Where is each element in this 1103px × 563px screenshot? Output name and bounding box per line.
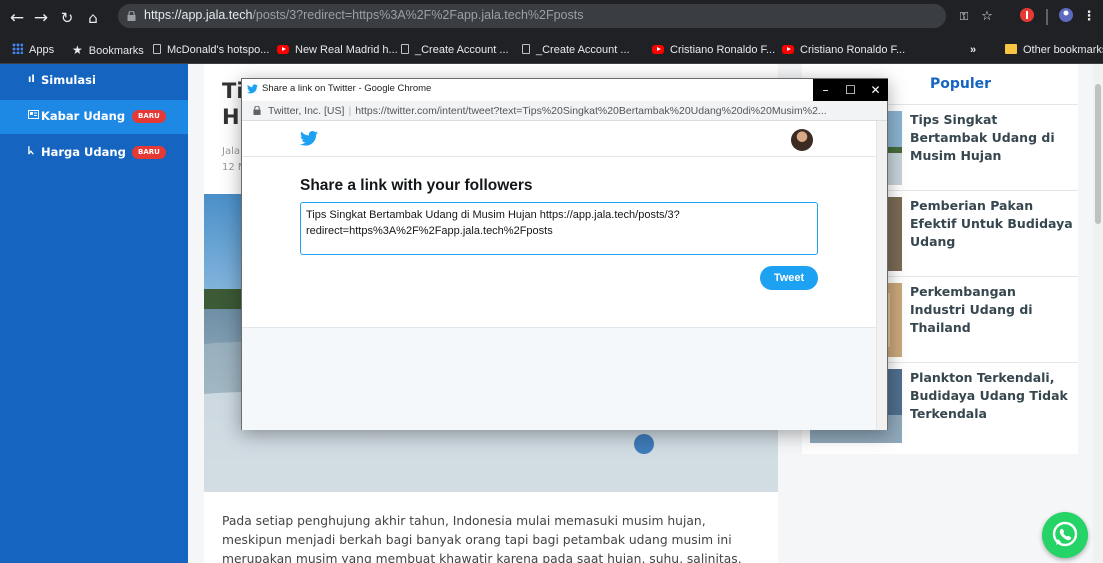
page-icon bbox=[401, 44, 409, 54]
bookmark-item[interactable]: New Real Madrid h... bbox=[277, 41, 398, 59]
share-heading: Share a link with your followers bbox=[300, 177, 533, 194]
popup-footer-area bbox=[242, 327, 876, 430]
sidebar-item-label: Harga Udang bbox=[41, 145, 126, 159]
back-icon[interactable]: ← bbox=[6, 7, 28, 29]
bookmark-item[interactable]: _Create Account ... bbox=[522, 41, 630, 59]
other-bookmarks[interactable]: Other bookmarks bbox=[1005, 41, 1103, 59]
key-icon[interactable]: ⚿ bbox=[955, 7, 973, 27]
bookmarks-bar: Apps ★ Bookmarks McDonald's hotspo... New… bbox=[0, 36, 1103, 64]
bookmark-item[interactable]: McDonald's hotspo... bbox=[153, 41, 269, 59]
populer-item-title: Plankton Terkendali, Budidaya Udang Tida… bbox=[910, 370, 1068, 421]
populer-heading: Populer bbox=[930, 76, 992, 92]
menu-icon[interactable]: ⋮ bbox=[1082, 7, 1096, 27]
chart-icon: ıl bbox=[28, 74, 35, 85]
twitter-icon bbox=[247, 84, 258, 94]
popup-titlebar[interactable]: Share a link on Twitter - Google Chrome … bbox=[242, 79, 888, 101]
sidebar-item-kabar-udang[interactable]: Kabar Udang BARU bbox=[0, 100, 188, 134]
toolbar-divider bbox=[1046, 9, 1048, 25]
popup-scrollbar[interactable] bbox=[876, 121, 887, 430]
popup-address-bar: Twitter, Inc. [US] | https://twitter.com/i… bbox=[242, 101, 887, 121]
new-badge: BARU bbox=[132, 146, 166, 159]
omnibox[interactable]: https://app.jala.tech/posts/3?redirect=h… bbox=[118, 4, 946, 28]
page-icon bbox=[522, 44, 530, 54]
shrimp-icon: ᖾ bbox=[28, 146, 34, 157]
bookmark-item[interactable]: _Create Account ... bbox=[401, 41, 509, 59]
youtube-icon bbox=[277, 45, 289, 54]
populer-item-title: Pemberian Pakan Efektif Untuk Budidaya U… bbox=[910, 198, 1073, 249]
forward-icon[interactable]: → bbox=[30, 7, 52, 29]
twitter-logo-icon bbox=[300, 131, 318, 146]
popup-url-text: https://twitter.com/intent/tweet?text=Ti… bbox=[355, 105, 827, 117]
profile-icon[interactable] bbox=[1056, 7, 1076, 27]
sidebar-item-harga-udang[interactable]: ᖾ Harga Udang BARU bbox=[0, 136, 188, 170]
page-scrollbar[interactable] bbox=[1093, 64, 1103, 563]
twitter-header bbox=[242, 121, 876, 157]
page-icon bbox=[153, 44, 161, 54]
address-row: ← → ↻ ⌂ https://app.jala.tech/posts/3?re… bbox=[0, 0, 1103, 36]
star-icon: ★ bbox=[72, 43, 83, 57]
bookmark-item[interactable]: Cristiano Ronaldo F... bbox=[652, 41, 775, 59]
star-icon[interactable]: ☆ bbox=[978, 7, 996, 27]
folder-icon bbox=[1005, 44, 1017, 54]
reload-icon[interactable]: ↻ bbox=[56, 7, 78, 29]
tweet-button[interactable]: Tweet bbox=[760, 266, 818, 290]
popup-window-title: Share a link on Twitter - Google Chrome bbox=[262, 83, 432, 94]
avatar[interactable] bbox=[791, 129, 813, 151]
minimize-button[interactable]: – bbox=[813, 79, 838, 101]
youtube-icon bbox=[652, 45, 664, 54]
new-badge: BARU bbox=[132, 110, 166, 123]
lock-icon bbox=[253, 106, 261, 115]
whatsapp-button[interactable] bbox=[1042, 512, 1088, 558]
window-controls: – ☐ ✕ bbox=[813, 79, 888, 101]
scrollbar-thumb[interactable] bbox=[1095, 84, 1101, 224]
browser-chrome: ← → ↻ ⌂ https://app.jala.tech/posts/3?re… bbox=[0, 0, 1103, 64]
lock-icon bbox=[127, 11, 136, 21]
bookmarks-overflow[interactable]: » bbox=[970, 41, 976, 59]
populer-item-title: Perkembangan Industri Udang di Thailand bbox=[910, 284, 1033, 335]
populer-item-title: Tips Singkat Bertambak Udang di Musim Hu… bbox=[910, 112, 1055, 163]
twitter-share-window: Share a link on Twitter - Google Chrome … bbox=[241, 78, 888, 430]
article-body: Pada setiap penghujung akhir tahun, Indo… bbox=[222, 514, 742, 563]
app-sidebar: ıl Simulasi Kabar Udang BARU ᖾ Harga Uda… bbox=[0, 64, 188, 563]
extension-icon[interactable] bbox=[1018, 7, 1036, 27]
home-icon[interactable]: ⌂ bbox=[82, 7, 104, 29]
youtube-icon bbox=[782, 45, 794, 54]
sidebar-item-label: Simulasi bbox=[41, 73, 96, 87]
news-icon bbox=[28, 110, 39, 122]
apps-icon bbox=[12, 43, 23, 54]
tweet-textarea[interactable]: Tips Singkat Bertambak Udang di Musim Hu… bbox=[300, 202, 818, 255]
popup-url: Twitter, Inc. [US] | https://twitter.com/i… bbox=[268, 105, 827, 117]
bookmark-apps[interactable]: Apps bbox=[12, 41, 54, 59]
bookmark-item[interactable]: Cristiano Ronaldo F... bbox=[782, 41, 905, 59]
maximize-button[interactable]: ☐ bbox=[838, 79, 863, 101]
bookmark-bookmarks[interactable]: ★ Bookmarks bbox=[72, 41, 144, 59]
close-button[interactable]: ✕ bbox=[863, 79, 888, 101]
url-text: https://app.jala.tech/posts/3?redirect=h… bbox=[144, 8, 584, 22]
whatsapp-icon bbox=[1052, 521, 1078, 547]
sidebar-item-label: Kabar Udang bbox=[41, 109, 126, 123]
sidebar-item-simulasi[interactable]: ıl Simulasi bbox=[0, 64, 188, 98]
site-identity: Twitter, Inc. [US] bbox=[268, 105, 345, 117]
